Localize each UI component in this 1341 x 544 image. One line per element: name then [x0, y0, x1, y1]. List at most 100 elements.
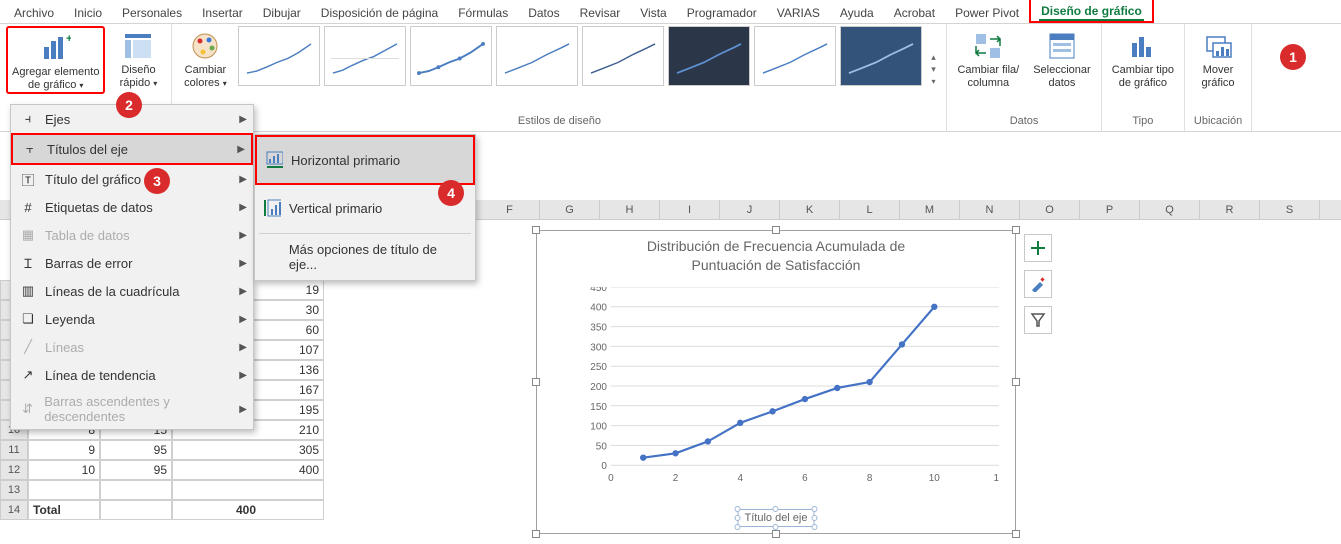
tab-personales[interactable]: Personales — [112, 2, 192, 23]
vertical-axis-icon — [263, 199, 281, 217]
menu-more-axis-title-options[interactable]: Más opciones de título de eje... — [255, 236, 475, 278]
axis-titles-submenu: Horizontal primario Vertical primario Má… — [254, 134, 476, 281]
chart-elements-button[interactable] — [1024, 234, 1052, 262]
menu-trendline[interactable]: ↗Línea de tendencia▶ — [11, 361, 253, 389]
menu-gridlines[interactable]: ▥Líneas de la cuadrícula▶ — [11, 277, 253, 305]
trendline-icon: ↗ — [19, 366, 37, 384]
col-K[interactable]: K — [780, 200, 840, 219]
chart-title-icon: 🅃 — [19, 170, 37, 188]
chart-style-1[interactable] — [238, 26, 320, 86]
tab-revisar[interactable]: Revisar — [570, 2, 631, 23]
col-R[interactable]: R — [1200, 200, 1260, 219]
move-chart-label: Movergráfico — [1202, 64, 1235, 89]
add-chart-element-menu: ⫞Ejes▶ ⫟Títulos del eje▶ 🅃Título del grá… — [10, 104, 254, 430]
tab-varias[interactable]: VARIAS — [767, 2, 830, 23]
col-J[interactable]: J — [720, 200, 780, 219]
chart-side-tools — [1024, 234, 1052, 334]
legend-icon: ❏ — [19, 310, 37, 328]
change-chart-type-button[interactable]: Cambiar tipode gráfico — [1108, 26, 1178, 91]
menu-lines: ╱Líneas▶ — [11, 333, 253, 361]
svg-text:0: 0 — [601, 461, 607, 472]
menu-axis-titles[interactable]: ⫟Títulos del eje▶ — [11, 133, 253, 165]
horizontal-axis-icon — [265, 151, 283, 169]
chart-style-8[interactable] — [840, 26, 922, 86]
tab-insertar[interactable]: Insertar — [192, 2, 253, 23]
tab-dibujar[interactable]: Dibujar — [253, 2, 311, 23]
tab-formulas[interactable]: Fórmulas — [448, 2, 518, 23]
quick-layout-button[interactable]: Diseñorápido ▾ — [111, 26, 165, 91]
select-data-icon — [1046, 30, 1078, 62]
svg-text:250: 250 — [590, 362, 607, 373]
col-I[interactable]: I — [660, 200, 720, 219]
tab-powerpivot[interactable]: Power Pivot — [945, 2, 1029, 23]
col-G[interactable]: G — [540, 200, 600, 219]
x-axis-title-placeholder[interactable]: Título del eje — [738, 509, 815, 527]
svg-text:100: 100 — [590, 422, 607, 433]
total-value: 400 — [172, 500, 324, 520]
col-L[interactable]: L — [840, 200, 900, 219]
tab-acrobat[interactable]: Acrobat — [884, 2, 945, 23]
tab-datos[interactable]: Datos — [518, 2, 569, 23]
step-badge-1: 1 — [1280, 44, 1306, 70]
svg-text:2: 2 — [673, 473, 679, 484]
lines-icon: ╱ — [19, 338, 37, 356]
group-styles-label: Estilos de diseño — [178, 113, 940, 129]
menu-chart-title[interactable]: 🅃Título del gráfico▶ — [11, 165, 253, 193]
svg-text:400: 400 — [590, 303, 607, 314]
tab-diseno-grafico[interactable]: Diseño de gráfico — [1029, 0, 1154, 23]
change-colors-label: Cambiarcolores ▾ — [184, 64, 227, 89]
data-labels-icon: # — [19, 198, 37, 216]
menu-error-bars[interactable]: ꞮBarras de error▶ — [11, 249, 253, 277]
col-H[interactable]: H — [600, 200, 660, 219]
chart-style-4[interactable] — [496, 26, 578, 86]
tab-inicio[interactable]: Inicio — [64, 2, 112, 23]
chart-style-5[interactable] — [582, 26, 664, 86]
svg-text:6: 6 — [802, 473, 808, 484]
menu-primary-horizontal[interactable]: Horizontal primario — [255, 135, 475, 185]
col-N[interactable]: N — [960, 200, 1020, 219]
col-P[interactable]: P — [1080, 200, 1140, 219]
col-S[interactable]: S — [1260, 200, 1320, 219]
axis-title-icon: ⫟ — [21, 140, 39, 158]
menu-data-table: ▦Tabla de datos▶ — [11, 221, 253, 249]
chart-filters-button[interactable] — [1024, 306, 1052, 334]
tab-ayuda[interactable]: Ayuda — [830, 2, 884, 23]
chart-title[interactable]: Distribución de Frecuencia Acumulada deP… — [537, 231, 1015, 275]
chart-style-7[interactable] — [754, 26, 836, 86]
chart-style-2[interactable] — [324, 26, 406, 86]
palette-icon — [189, 30, 221, 62]
menu-data-labels[interactable]: #Etiquetas de datos▶ — [11, 193, 253, 221]
svg-text:12: 12 — [993, 473, 999, 484]
bar-chart-plus-icon: + — [40, 32, 72, 64]
embedded-chart[interactable]: Distribución de Frecuencia Acumulada deP… — [536, 230, 1016, 534]
chart-plot-area[interactable]: 450 400 350 300 250 200 150 100 50 0 0 2… — [581, 287, 999, 485]
svg-text:0: 0 — [608, 473, 614, 484]
change-colors-button[interactable]: Cambiarcolores ▾ — [178, 26, 232, 91]
total-label: Total — [28, 500, 100, 520]
tab-archivo[interactable]: Archivo — [4, 2, 64, 23]
chart-styles-button[interactable] — [1024, 270, 1052, 298]
col-F[interactable]: F — [480, 200, 540, 219]
tab-disposicion[interactable]: Disposición de página — [311, 2, 448, 23]
tab-vista[interactable]: Vista — [630, 2, 676, 23]
chart-style-6[interactable] — [668, 26, 750, 86]
col-O[interactable]: O — [1020, 200, 1080, 219]
col-M[interactable]: M — [900, 200, 960, 219]
add-chart-element-button[interactable]: + Agregar elementode gráfico ▾ — [6, 26, 105, 94]
switch-row-col-icon — [972, 30, 1004, 62]
axes-icon: ⫞ — [19, 110, 37, 128]
col-Q[interactable]: Q — [1140, 200, 1200, 219]
chart-style-3[interactable] — [410, 26, 492, 86]
tab-programador[interactable]: Programador — [677, 2, 767, 23]
change-type-icon — [1127, 30, 1159, 62]
ribbon-tabs: Archivo Inicio Personales Insertar Dibuj… — [0, 0, 1341, 24]
move-chart-button[interactable]: Movergráfico — [1191, 26, 1245, 91]
select-data-button[interactable]: Seleccionardatos — [1029, 26, 1094, 91]
menu-legend[interactable]: ❏Leyenda▶ — [11, 305, 253, 333]
switch-row-col-button[interactable]: Cambiar fila/columna — [953, 26, 1023, 91]
chart-styles-more[interactable]: ▴▾▾ — [926, 26, 940, 86]
step-badge-3: 3 — [144, 168, 170, 194]
error-bars-icon: Ɪ — [19, 254, 37, 272]
menu-updown-bars: ⇵Barras ascendentes y descendentes▶ — [11, 389, 253, 429]
svg-text:+: + — [66, 33, 71, 45]
